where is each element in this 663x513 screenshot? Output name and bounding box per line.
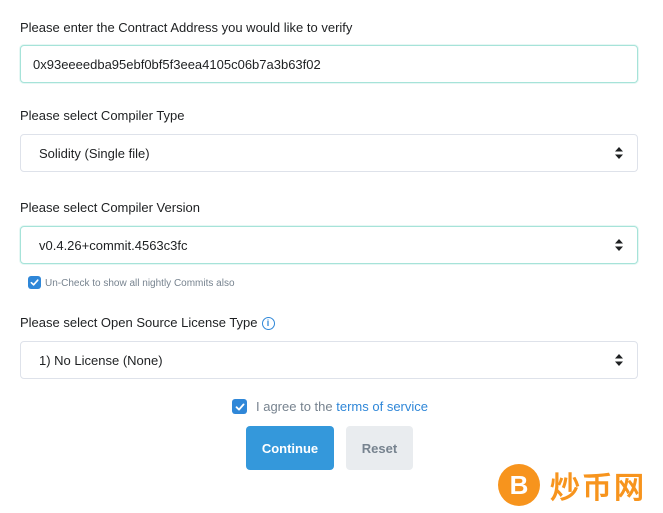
select-arrows-icon xyxy=(615,147,623,159)
contract-address-value: 0x93eeeedba95ebf0bf5f3eea4105c06b7a3b63f… xyxy=(33,56,321,72)
nightly-commits-checkbox[interactable] xyxy=(28,276,41,289)
license-type-label: Please select Open Source License Type i xyxy=(20,315,275,330)
compiler-type-label: Please select Compiler Type xyxy=(20,108,185,123)
compiler-version-select[interactable]: v0.4.26+commit.4563c3fc xyxy=(20,226,638,264)
select-arrows-icon xyxy=(615,239,623,251)
info-icon[interactable]: i xyxy=(261,317,275,330)
contract-address-input[interactable]: 0x93eeeedba95ebf0bf5f3eea4105c06b7a3b63f… xyxy=(20,45,638,83)
checkmark-icon xyxy=(30,279,39,286)
checkmark-icon xyxy=(235,403,244,410)
select-arrows-icon xyxy=(615,354,623,366)
license-type-label-text: Please select Open Source License Type xyxy=(20,315,258,330)
license-type-select[interactable]: 1) No License (None) xyxy=(20,341,638,379)
nightly-commits-label: Un-Check to show all nightly Commits als… xyxy=(45,278,235,289)
license-type-value: 1) No License (None) xyxy=(39,352,163,368)
watermark-logo: B 炒币网 xyxy=(498,463,646,507)
terms-checkbox[interactable] xyxy=(232,399,247,414)
terms-of-service-link[interactable]: terms of service xyxy=(336,399,428,414)
compiler-version-label: Please select Compiler Version xyxy=(20,200,200,215)
watermark-text: 炒币网 xyxy=(550,472,646,505)
terms-agreement: I agree to the terms of service xyxy=(256,399,428,414)
continue-button[interactable]: Continue xyxy=(246,426,334,470)
compiler-version-value: v0.4.26+commit.4563c3fc xyxy=(39,237,188,253)
terms-prefix: I agree to the xyxy=(256,399,333,414)
bitcoin-icon: B xyxy=(498,464,540,506)
reset-button[interactable]: Reset xyxy=(346,426,413,470)
contract-address-label: Please enter the Contract Address you wo… xyxy=(20,20,353,35)
compiler-type-value: Solidity (Single file) xyxy=(39,145,150,161)
compiler-type-select[interactable]: Solidity (Single file) xyxy=(20,134,638,172)
